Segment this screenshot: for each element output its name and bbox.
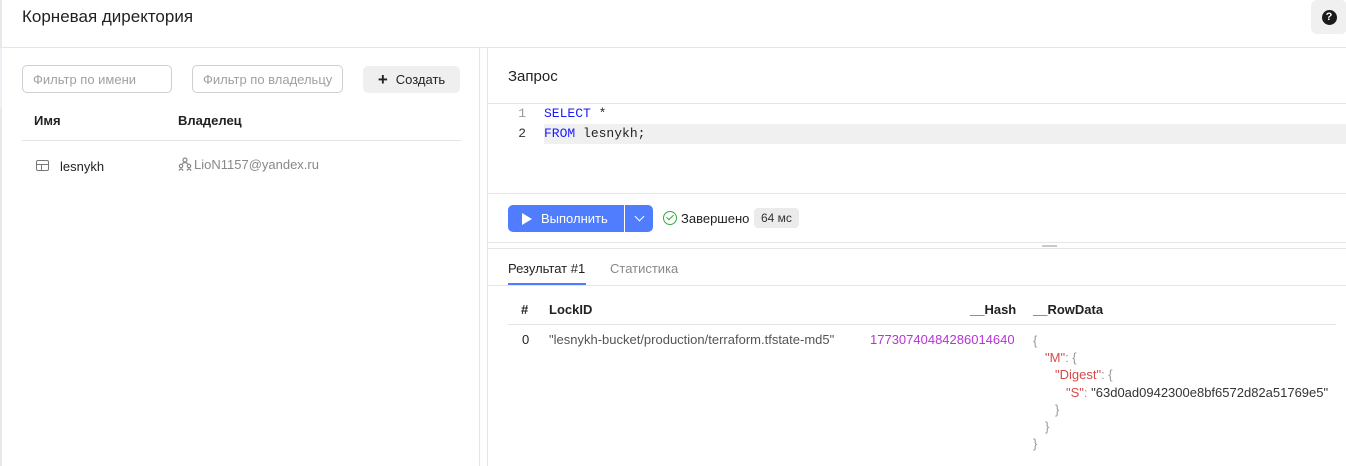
code-text[interactable]: SELECT *: [544, 104, 1346, 124]
column-header-lockid: LockID: [549, 302, 593, 317]
page-title: Корневая директория: [22, 7, 194, 26]
query-panel: Запрос 1 SELECT * 2 FROM lesnykh; Выполн…: [480, 48, 1346, 466]
play-icon: [522, 212, 532, 225]
json-line: {: [1033, 333, 1038, 348]
cell-lockid: "lesnykh-bucket/production/terraform.tfs…: [549, 332, 835, 347]
chevron-down-icon: [634, 211, 644, 222]
cell-hash: 17730740484286014640: [870, 332, 1015, 347]
run-options-button[interactable]: [625, 205, 653, 232]
owner-filter-input[interactable]: [192, 65, 343, 93]
column-header-hash: __Hash: [970, 302, 1017, 317]
duration-badge: 64 мс: [754, 208, 799, 228]
help-icon: ?: [1321, 9, 1337, 25]
sql-keyword: SELECT: [544, 106, 591, 121]
resize-handle[interactable]: [1042, 245, 1057, 247]
list-item[interactable]: lesnykh LioN1157@yandex.ru: [22, 152, 461, 178]
splitter-line: [488, 248, 1346, 249]
navigation-panel: + Создать Имя Владелец lesnykh LioN1157@…: [2, 48, 480, 466]
json-line: "S": "63d0ad0942300e8bf6572d82a51769e5": [1066, 384, 1329, 400]
code-line-active[interactable]: 2 FROM lesnykh;: [488, 124, 1346, 144]
column-header-owner[interactable]: Владелец: [178, 113, 242, 128]
json-key: "Digest": [1055, 367, 1102, 383]
create-button-label: Создать: [395, 72, 446, 87]
run-button-label: Выполнить: [541, 211, 608, 226]
code-text[interactable]: FROM lesnykh;: [544, 124, 1346, 144]
line-number: 1: [518, 106, 526, 121]
column-header-rowdata: __RowData: [1033, 302, 1104, 317]
json-key: "M": [1045, 350, 1066, 366]
sql-keyword: FROM: [544, 126, 576, 141]
json-line: }: [1055, 401, 1060, 417]
column-header-index: #: [521, 302, 529, 317]
users-icon: [178, 157, 192, 171]
name-filter-input[interactable]: [22, 65, 172, 93]
cell-index: 0: [522, 332, 530, 347]
json-key: "S": [1066, 384, 1084, 400]
json-line: "Digest": {: [1055, 367, 1113, 383]
status-text: Завершено: [681, 211, 750, 226]
tab-result-1[interactable]: Результат #1: [508, 261, 585, 276]
create-button[interactable]: + Создать: [363, 66, 460, 93]
check-circle-icon: [663, 211, 677, 225]
editor-bottom-border: [488, 193, 1346, 194]
page-header: Корневая директория ?: [2, 0, 1346, 48]
line-number: 2: [518, 126, 526, 141]
header-divider: [22, 140, 461, 141]
code-rest: lesnykh;: [575, 126, 646, 141]
tab-statistics[interactable]: Статистика: [610, 261, 678, 276]
query-title: Запрос: [508, 68, 558, 85]
json-line: }: [1045, 419, 1050, 435]
query-editor[interactable]: 1 SELECT * 2 FROM lesnykh;: [488, 104, 1346, 193]
cell-rowdata: { "M": { "Digest": { "S": "63d0ad0942300…: [1033, 332, 1328, 452]
code-rest: *: [590, 106, 607, 121]
json-line: }: [1033, 436, 1038, 452]
tabs-divider: [488, 285, 1346, 286]
run-button[interactable]: Выполнить: [508, 205, 624, 232]
json-line: "M": {: [1045, 350, 1077, 366]
item-name: lesnykh: [60, 159, 105, 174]
item-owner: LioN1157@yandex.ru: [194, 157, 319, 172]
plus-icon: +: [377, 70, 388, 89]
splitter-line: [488, 242, 1346, 243]
code-line[interactable]: 1 SELECT *: [488, 104, 1346, 124]
column-header-name[interactable]: Имя: [34, 113, 61, 128]
table-icon: [36, 160, 49, 171]
help-button[interactable]: ?: [1311, 0, 1346, 34]
results-header-divider: [508, 324, 1336, 325]
json-value: "63d0ad0942300e8bf6572d82a51769e5": [1091, 384, 1329, 400]
